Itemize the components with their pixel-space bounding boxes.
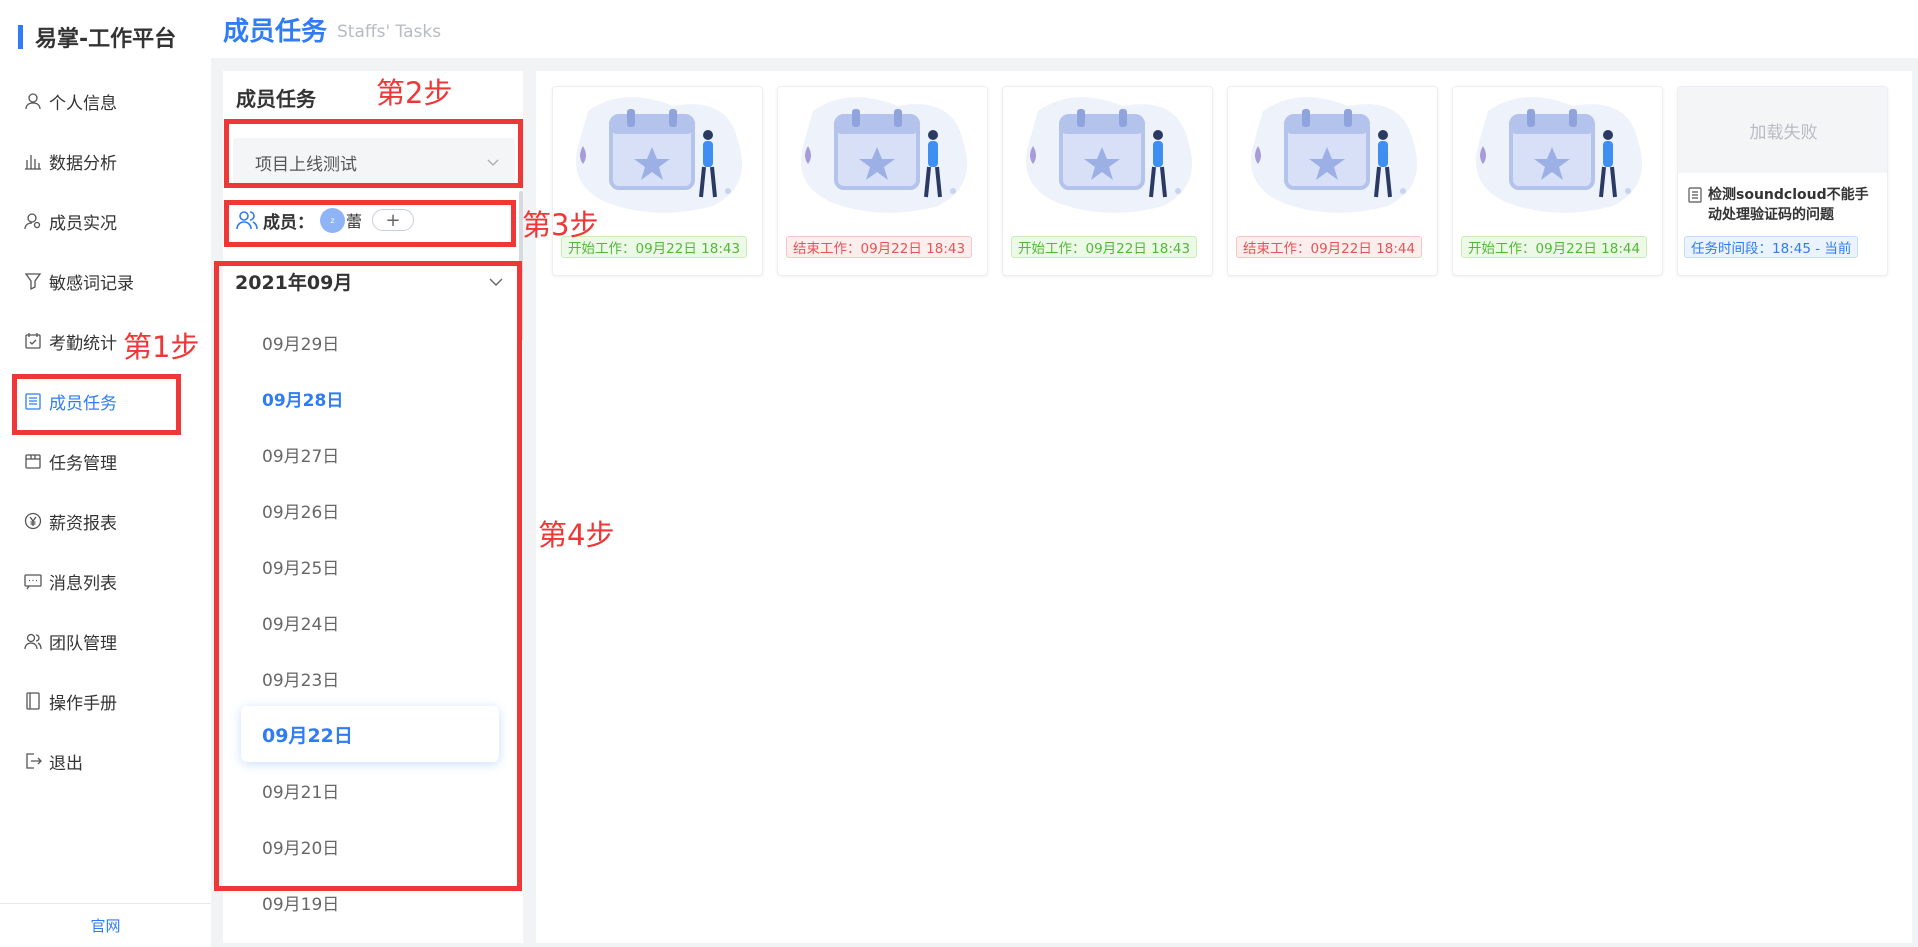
- sidebar-item-label: 退出: [49, 753, 83, 774]
- team-icon: [23, 631, 43, 651]
- step4-label: 第4步: [538, 518, 615, 552]
- manual-icon: [23, 691, 43, 711]
- sidebar-item-label: 数据分析: [49, 153, 117, 174]
- bar-chart-icon: [23, 151, 43, 171]
- step2-highlight-box: [224, 119, 523, 188]
- work-record-card[interactable]: 开始工作：09月22日 18:43: [552, 86, 763, 276]
- brand-title: 易掌-工作平台: [35, 27, 177, 52]
- sidebar-item-label: 操作手册: [49, 693, 117, 714]
- page-header: 成员任务 Staffs' Tasks: [211, 0, 1918, 58]
- calendar-illustration-icon: [1476, 97, 1643, 213]
- sidebar-item-label: 消息列表: [49, 573, 117, 594]
- start-work-tag: 开始工作：09月22日 18:43: [1011, 236, 1198, 258]
- sidebar-item-task-management[interactable]: 任务管理: [0, 431, 211, 491]
- sidebar-item-messages[interactable]: 消息列表: [0, 551, 211, 611]
- task-card[interactable]: 加载失败 检测soundcloud不能手动处理验证码的问题 任务时间段：18:4…: [1677, 86, 1888, 276]
- task-manage-icon: [23, 451, 43, 471]
- sidebar-item-analytics[interactable]: 数据分析: [0, 131, 211, 191]
- sidebar-item-label: 团队管理: [49, 633, 117, 654]
- work-record-card[interactable]: 开始工作：09月22日 18:44: [1452, 86, 1663, 276]
- sidebar-item-profile[interactable]: 个人信息: [0, 71, 211, 131]
- filter-icon: [23, 271, 43, 291]
- image-load-failed: 加载失败: [1678, 87, 1887, 173]
- calendar-illustration-icon: [1026, 97, 1193, 213]
- sidebar-item-salary[interactable]: 薪资报表: [0, 491, 211, 551]
- end-work-tag: 结束工作：09月22日 18:44: [1236, 236, 1423, 258]
- sidebar-item-label: 成员实况: [49, 213, 117, 234]
- sidebar-item-sensitive-words[interactable]: 敏感词记录: [0, 251, 211, 311]
- step1-highlight-box: [12, 374, 181, 435]
- sidebar-item-logout[interactable]: 退出: [0, 731, 211, 791]
- sidebar-item-label: 考勤统计: [49, 333, 117, 354]
- sidebar-item-member-live[interactable]: 成员实况: [0, 191, 211, 251]
- official-site-link[interactable]: 官网: [0, 903, 211, 947]
- step3-highlight-box: [224, 200, 516, 247]
- work-record-card[interactable]: 结束工作：09月22日 18:44: [1227, 86, 1438, 276]
- sidebar-item-label: 敏感词记录: [49, 273, 134, 294]
- step3-label: 第3步: [522, 208, 599, 242]
- end-work-tag: 结束工作：09月22日 18:43: [786, 236, 973, 258]
- sidebar-item-label: 薪资报表: [49, 513, 117, 534]
- brand: 易掌-工作平台: [18, 22, 176, 52]
- member-live-icon: [23, 211, 43, 231]
- sidebar: 易掌-工作平台 个人信息 数据分析 成员实况 敏感词记录 考勤统计 成员任务 任…: [0, 0, 211, 947]
- document-icon: [1688, 187, 1702, 203]
- sidebar-item-manual[interactable]: 操作手册: [0, 671, 211, 731]
- logout-icon: [23, 751, 43, 771]
- sidebar-item-label: 任务管理: [49, 453, 117, 474]
- start-work-tag: 开始工作：09月22日 18:44: [1461, 236, 1648, 258]
- page-title: 成员任务: [223, 16, 328, 47]
- sidebar-item-label: 个人信息: [49, 93, 117, 114]
- calendar-illustration-icon: [801, 97, 968, 213]
- task-title: 检测soundcloud不能手动处理验证码的问题: [1686, 185, 1882, 225]
- brand-accent-bar: [18, 25, 23, 49]
- step1-label: 第1步: [123, 330, 200, 364]
- panel-title: 成员任务: [236, 87, 316, 111]
- work-record-card[interactable]: 结束工作：09月22日 18:43: [777, 86, 988, 276]
- task-board: 开始工作：09月22日 18:43 结束工作：09月22日 18:43 开始工作…: [536, 71, 1912, 943]
- task-period-tag: 任务时间段：18:45 - 当前: [1684, 236, 1859, 258]
- task-title-text: 检测soundcloud不能手动处理验证码的问题: [1708, 187, 1869, 223]
- task-cards: 开始工作：09月22日 18:43 结束工作：09月22日 18:43 开始工作…: [552, 86, 1902, 276]
- step4-highlight-box: [214, 261, 522, 891]
- page-subtitle: Staffs' Tasks: [337, 22, 442, 42]
- calendar-check-icon: [23, 331, 43, 351]
- sidebar-item-team[interactable]: 团队管理: [0, 611, 211, 671]
- step2-label: 第2步: [376, 76, 453, 110]
- work-record-card[interactable]: 开始工作：09月22日 18:43: [1002, 86, 1213, 276]
- calendar-illustration-icon: [1251, 97, 1418, 213]
- message-icon: [23, 571, 43, 591]
- user-icon: [23, 91, 43, 111]
- yen-icon: [23, 511, 43, 531]
